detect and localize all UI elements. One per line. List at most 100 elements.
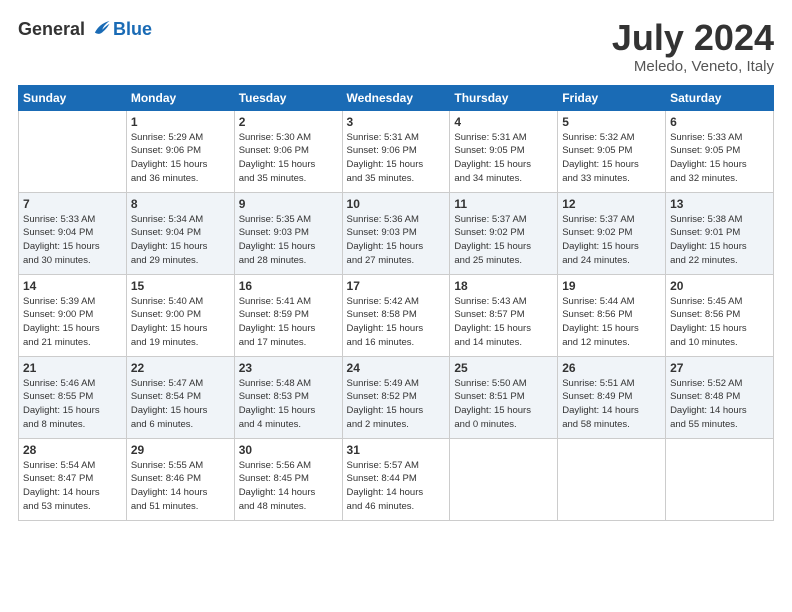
day-number: 28 [23, 443, 122, 457]
day-info: Sunrise: 5:31 AM Sunset: 9:06 PM Dayligh… [347, 131, 446, 186]
day-info: Sunrise: 5:40 AM Sunset: 9:00 PM Dayligh… [131, 295, 230, 350]
day-info: Sunrise: 5:41 AM Sunset: 8:59 PM Dayligh… [239, 295, 338, 350]
day-cell: 26Sunrise: 5:51 AM Sunset: 8:49 PM Dayli… [558, 356, 666, 438]
day-info: Sunrise: 5:35 AM Sunset: 9:03 PM Dayligh… [239, 213, 338, 268]
day-info: Sunrise: 5:29 AM Sunset: 9:06 PM Dayligh… [131, 131, 230, 186]
day-cell: 9 Sunrise: 5:35 AM Sunset: 9:03 PM Daylig… [234, 192, 342, 274]
day-info: Sunrise: 5:49 AM Sunset: 8:52 PM Dayligh… [347, 377, 446, 432]
day-number: 10 [347, 197, 446, 211]
week-row-2: 7 Sunrise: 5:33 AM Sunset: 9:04 PM Daylig… [19, 192, 774, 274]
day-number: 13 [670, 197, 769, 211]
day-cell: 10 Sunrise: 5:36 AM Sunset: 9:03 PM Dayli… [342, 192, 450, 274]
day-number: 15 [131, 279, 230, 293]
logo: General Blue [18, 18, 152, 40]
day-cell: 4 Sunrise: 5:31 AM Sunset: 9:05 PM Daylig… [450, 110, 558, 192]
day-cell: 29Sunrise: 5:55 AM Sunset: 8:46 PM Dayli… [126, 438, 234, 520]
day-number: 19 [562, 279, 661, 293]
day-cell: 24 Sunrise: 5:49 AM Sunset: 8:52 PM Dayli… [342, 356, 450, 438]
day-info: Sunrise: 5:44 AM Sunset: 8:56 PM Dayligh… [562, 295, 661, 350]
day-info: Sunrise: 5:38 AM Sunset: 9:01 PM Dayligh… [670, 213, 769, 268]
day-info: Sunrise: 5:46 AM Sunset: 8:55 PM Dayligh… [23, 377, 122, 432]
day-info: Sunrise: 5:57 AM Sunset: 8:44 PM Dayligh… [347, 459, 446, 514]
day-number: 20 [670, 279, 769, 293]
day-info: Sunrise: 5:52 AM Sunset: 8:48 PM Dayligh… [670, 377, 769, 432]
day-cell: 8Sunrise: 5:34 AM Sunset: 9:04 PM Daylig… [126, 192, 234, 274]
day-number: 25 [454, 361, 553, 375]
day-number: 12 [562, 197, 661, 211]
day-cell: 21 Sunrise: 5:46 AM Sunset: 8:55 PM Dayli… [19, 356, 127, 438]
month-title: July 2024 [612, 18, 774, 58]
day-info: Sunrise: 5:55 AM Sunset: 8:46 PM Dayligh… [131, 459, 230, 514]
day-cell: 20 Sunrise: 5:45 AM Sunset: 8:56 PM Dayli… [666, 274, 774, 356]
day-number: 30 [239, 443, 338, 457]
day-number: 2 [239, 115, 338, 129]
location: Meledo, Veneto, Italy [612, 58, 774, 75]
col-header-wednesday: Wednesday [342, 85, 450, 110]
day-number: 1 [131, 115, 230, 129]
day-cell [558, 438, 666, 520]
day-number: 3 [347, 115, 446, 129]
day-number: 23 [239, 361, 338, 375]
col-header-saturday: Saturday [666, 85, 774, 110]
day-cell: 2 Sunrise: 5:30 AM Sunset: 9:06 PM Daylig… [234, 110, 342, 192]
day-number: 9 [239, 197, 338, 211]
day-cell: 5 Sunrise: 5:32 AM Sunset: 9:05 PM Daylig… [558, 110, 666, 192]
day-cell: 17 Sunrise: 5:42 AM Sunset: 8:58 PM Dayli… [342, 274, 450, 356]
day-number: 31 [347, 443, 446, 457]
day-info: Sunrise: 5:37 AM Sunset: 9:02 PM Dayligh… [562, 213, 661, 268]
day-cell: 31 Sunrise: 5:57 AM Sunset: 8:44 PM Dayli… [342, 438, 450, 520]
day-info: Sunrise: 5:39 AM Sunset: 9:00 PM Dayligh… [23, 295, 122, 350]
day-number: 21 [23, 361, 122, 375]
col-header-sunday: Sunday [19, 85, 127, 110]
day-info: Sunrise: 5:36 AM Sunset: 9:03 PM Dayligh… [347, 213, 446, 268]
day-info: Sunrise: 5:33 AM Sunset: 9:05 PM Dayligh… [670, 131, 769, 186]
week-row-1: 1 Sunrise: 5:29 AM Sunset: 9:06 PM Daylig… [19, 110, 774, 192]
calendar-table: SundayMondayTuesdayWednesdayThursdayFrid… [18, 85, 774, 521]
day-number: 17 [347, 279, 446, 293]
day-cell [666, 438, 774, 520]
day-number: 11 [454, 197, 553, 211]
day-info: Sunrise: 5:33 AM Sunset: 9:04 PM Dayligh… [23, 213, 122, 268]
day-info: Sunrise: 5:43 AM Sunset: 8:57 PM Dayligh… [454, 295, 553, 350]
logo-general-text: General [18, 19, 85, 40]
day-number: 5 [562, 115, 661, 129]
day-cell: 11 Sunrise: 5:37 AM Sunset: 9:02 PM Dayli… [450, 192, 558, 274]
day-info: Sunrise: 5:32 AM Sunset: 9:05 PM Dayligh… [562, 131, 661, 186]
header-row: SundayMondayTuesdayWednesdayThursdayFrid… [19, 85, 774, 110]
day-cell: 30Sunrise: 5:56 AM Sunset: 8:45 PM Dayli… [234, 438, 342, 520]
day-cell: 3 Sunrise: 5:31 AM Sunset: 9:06 PM Daylig… [342, 110, 450, 192]
day-cell: 1 Sunrise: 5:29 AM Sunset: 9:06 PM Daylig… [126, 110, 234, 192]
day-info: Sunrise: 5:45 AM Sunset: 8:56 PM Dayligh… [670, 295, 769, 350]
day-info: Sunrise: 5:31 AM Sunset: 9:05 PM Dayligh… [454, 131, 553, 186]
day-info: Sunrise: 5:51 AM Sunset: 8:49 PM Dayligh… [562, 377, 661, 432]
col-header-friday: Friday [558, 85, 666, 110]
day-cell: 14 Sunrise: 5:39 AM Sunset: 9:00 PM Dayli… [19, 274, 127, 356]
day-cell: 13 Sunrise: 5:38 AM Sunset: 9:01 PM Dayli… [666, 192, 774, 274]
day-number: 22 [131, 361, 230, 375]
day-number: 8 [131, 197, 230, 211]
day-info: Sunrise: 5:30 AM Sunset: 9:06 PM Dayligh… [239, 131, 338, 186]
title-area: July 2024 Meledo, Veneto, Italy [612, 18, 774, 75]
day-cell [19, 110, 127, 192]
col-header-thursday: Thursday [450, 85, 558, 110]
day-cell: 27 Sunrise: 5:52 AM Sunset: 8:48 PM Dayli… [666, 356, 774, 438]
day-cell: 28 Sunrise: 5:54 AM Sunset: 8:47 PM Dayli… [19, 438, 127, 520]
day-number: 4 [454, 115, 553, 129]
day-number: 14 [23, 279, 122, 293]
logo-blue-text: Blue [113, 19, 152, 40]
day-number: 7 [23, 197, 122, 211]
day-number: 24 [347, 361, 446, 375]
day-cell: 19 Sunrise: 5:44 AM Sunset: 8:56 PM Dayli… [558, 274, 666, 356]
day-number: 16 [239, 279, 338, 293]
day-number: 27 [670, 361, 769, 375]
day-info: Sunrise: 5:54 AM Sunset: 8:47 PM Dayligh… [23, 459, 122, 514]
day-cell: 6 Sunrise: 5:33 AM Sunset: 9:05 PM Daylig… [666, 110, 774, 192]
col-header-tuesday: Tuesday [234, 85, 342, 110]
day-number: 6 [670, 115, 769, 129]
day-cell: 23 Sunrise: 5:48 AM Sunset: 8:53 PM Dayli… [234, 356, 342, 438]
day-info: Sunrise: 5:48 AM Sunset: 8:53 PM Dayligh… [239, 377, 338, 432]
day-info: Sunrise: 5:37 AM Sunset: 9:02 PM Dayligh… [454, 213, 553, 268]
day-info: Sunrise: 5:42 AM Sunset: 8:58 PM Dayligh… [347, 295, 446, 350]
day-cell: 25Sunrise: 5:50 AM Sunset: 8:51 PM Dayli… [450, 356, 558, 438]
day-info: Sunrise: 5:47 AM Sunset: 8:54 PM Dayligh… [131, 377, 230, 432]
